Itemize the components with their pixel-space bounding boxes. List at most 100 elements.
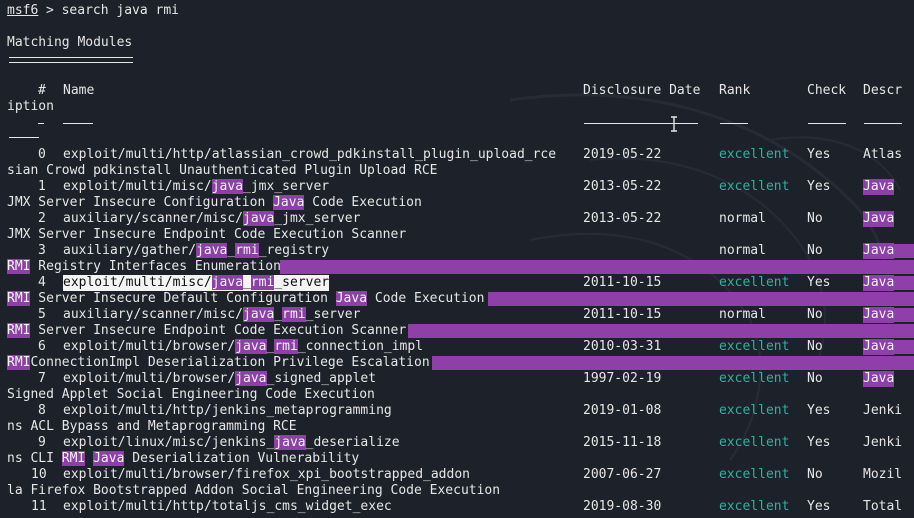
text-segment: _deserialize [305,435,400,450]
module-rank: excellent [719,467,790,482]
search-match: rmi [235,243,259,258]
text-segment: ns CLI [7,451,62,466]
module-name: exploit/multi/browser/java_rmi_connectio… [63,339,423,355]
header-date: Disclosure Date [583,83,701,98]
module-description-rest: JMX Server Insecure Configuration Java C… [7,195,422,211]
module-number: 2 [38,211,46,226]
module-name: exploit/multi/http/totaljs_cms_widget_ex… [63,499,392,515]
search-match: Java [273,195,305,210]
module-check: No [807,307,823,322]
title-double-underline [9,57,133,63]
module-description-start: Java [863,243,895,259]
search-match: java [196,243,228,258]
text-segment: exploit/multi/http/atlassian_crowd_pdkin… [63,147,557,162]
disclosure-date: 2013-05-22 [583,211,662,226]
module-name: auxiliary/scanner/misc/java_jmx_server [63,211,360,227]
module-description-start: Java [863,275,895,291]
row-highlight-bar [432,356,914,370]
module-number: 4 [38,275,46,290]
module-number: 1 [38,179,46,194]
header-underline [584,123,698,124]
header-underline [720,123,748,124]
module-number: 5 [38,307,46,322]
module-rank: excellent [719,179,790,194]
text-segment: _registry [258,243,330,258]
text-segment: exploit/multi/http/totaljs_cms_widget_ex… [63,499,392,514]
module-description-start: Java [863,307,895,323]
module-description-rest: ns CLI RMI Java Deserialization Vulnerab… [7,451,359,467]
module-number: 6 [38,339,46,354]
module-description-rest: ns ACL Bypass and Metaprogramming RCE [7,419,297,434]
text-segment: _ [243,275,251,290]
search-match: Java [93,451,125,466]
disclosure-date: 2019-01-08 [583,403,662,418]
text-segment: Code Execution [304,195,422,210]
module-name: exploit/multi/browser/firefox_xpi_bootst… [63,467,470,483]
search-match: rmi [282,307,306,322]
section-title-text: Matching Modules [7,35,133,50]
disclosure-date: 1997-02-19 [583,371,662,386]
module-description-start: Java [863,211,895,227]
module-rank: normal [719,243,766,258]
disclosure-date: 2011-10-15 [583,307,662,322]
text-segment: _ [274,307,283,322]
text-segment: exploit/multi/browser/ [63,371,236,386]
disclosure-date: 2019-08-30 [583,499,662,514]
module-number: 0 [38,147,46,162]
module-check: No [807,371,823,386]
text-segment: auxiliary/scanner/misc/ [63,307,244,322]
module-name: auxiliary/gather/java_rmi_registry [63,243,329,259]
header-description-wrap: iption [7,99,54,114]
search-match: rmi [250,275,275,290]
module-description-start: Total [863,499,903,514]
module-rank: normal [719,211,766,226]
search-match: java [243,211,275,226]
header-description: Descr [863,83,903,98]
module-name: exploit/multi/http/jenkins_metaprogrammi… [63,403,392,419]
header-check: Check [807,83,847,98]
text-segment: JMX Server Insecure Configuration [7,195,274,210]
disclosure-date: 2015-11-18 [583,435,662,450]
module-description-rest: Signed Applet Social Engineering Code Ex… [7,387,375,402]
module-description-rest: sian Crowd pdkinstall Unauthenticated Pl… [7,163,438,178]
search-match: java [211,179,244,194]
module-number: 7 [38,371,46,386]
header-underline [864,123,902,124]
search-match: java [274,435,306,450]
disclosure-date: 2007-06-27 [583,467,662,482]
text-segment: _connection_impl [297,339,424,354]
module-description-rest: JMX Server Insecure Endpoint Code Execut… [7,227,407,242]
header-underline [9,137,39,138]
search-match: RMI [7,323,31,338]
text-segment: exploit/multi/browser/firefox_xpi_bootst… [63,467,470,482]
text-segment: _jmx_server [274,211,361,226]
module-check: Yes [807,147,831,162]
module-rank: excellent [719,147,790,162]
module-number: 10 [31,467,47,482]
header-name: Name [63,83,95,98]
module-check: Yes [807,179,831,194]
module-name: exploit/multi/http/atlassian_crowd_pdkin… [63,147,556,163]
text-segment: Server Insecure Default Configuration [30,291,336,306]
header-underline [38,123,44,124]
module-description-start: Atlas [863,147,903,162]
module-description-start: Mozil [863,467,903,482]
header-underline [808,123,846,124]
module-check: Yes [807,275,831,290]
module-rank: excellent [719,435,790,450]
search-match: rmi [274,339,298,354]
terminal-window[interactable]: msf6 > search java rmi Matching Modules # N… [0,0,914,518]
module-check: Yes [807,435,831,450]
module-rank: excellent [719,339,790,354]
module-name: exploit/multi/misc/java_jmx_server [63,179,329,195]
search-match: Java [335,291,368,306]
module-description-start: Java [863,179,895,195]
row-highlight-bar [488,292,914,306]
module-name: exploit/multi/browser/java_signed_applet [63,371,376,387]
search-match: java [235,339,267,354]
text-segment: ConnectionImpl Deserialization Privilege… [30,355,430,370]
text-segment: auxiliary/gather/ [63,243,197,258]
row-highlight-bar [408,324,914,338]
module-number: 3 [38,243,46,258]
module-description-start: Java [863,371,895,387]
